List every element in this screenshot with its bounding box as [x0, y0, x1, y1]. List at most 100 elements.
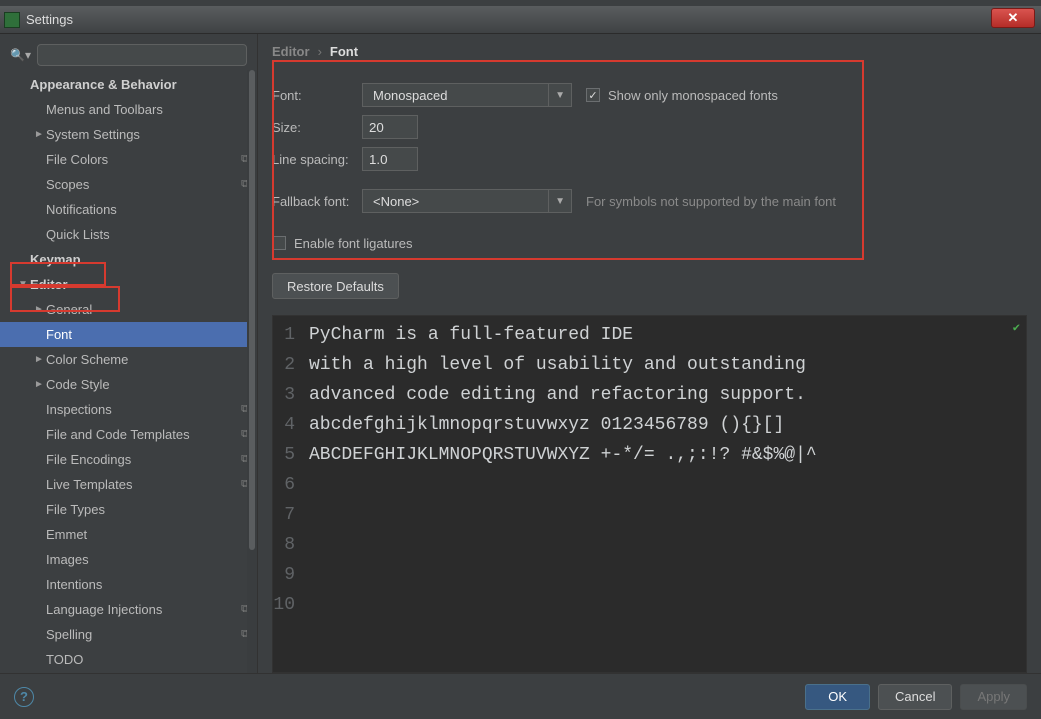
tree-item-label: Keymap — [30, 252, 249, 267]
chevron-right-icon: ► — [34, 379, 46, 390]
tree-item-emmet[interactable]: Emmet — [0, 522, 257, 547]
tree-item-label: Appearance & Behavior — [30, 77, 249, 92]
tree-item-file-types[interactable]: File Types — [0, 497, 257, 522]
tree-item-label: Scopes — [46, 177, 241, 192]
tree-item-font[interactable]: Font — [0, 322, 257, 347]
tree-item-file-colors[interactable]: File Colors⧉ — [0, 147, 257, 172]
chevron-right-icon: ► — [34, 354, 46, 365]
sidebar-scrollbar-thumb[interactable] — [249, 70, 255, 550]
fallback-hint: For symbols not supported by the main fo… — [586, 194, 836, 209]
font-preview: 12345678910 PyCharm is a full-featured I… — [272, 315, 1027, 673]
tree-item-quick-lists[interactable]: Quick Lists — [0, 222, 257, 247]
tree-item-label: Live Templates — [46, 477, 241, 492]
window-title: Settings — [26, 12, 73, 27]
tree-item-label: File Colors — [46, 152, 241, 167]
tree-item-spelling[interactable]: Spelling⧉ — [0, 622, 257, 647]
tree-item-label: Quick Lists — [46, 227, 249, 242]
tree-item-images[interactable]: Images — [0, 547, 257, 572]
close-icon: ✕ — [1008, 10, 1019, 26]
tree-item-appearance-behavior[interactable]: Appearance & Behavior — [0, 72, 257, 97]
tree-item-file-and-code-templates[interactable]: File and Code Templates⧉ — [0, 422, 257, 447]
chevron-down-icon: ▼ — [548, 84, 565, 106]
preview-line: PyCharm is a full-featured IDE — [309, 320, 817, 350]
chevron-right-icon: › — [318, 44, 322, 59]
cancel-button[interactable]: Cancel — [878, 684, 952, 710]
tree-item-system-settings[interactable]: ►System Settings — [0, 122, 257, 147]
tree-item-live-templates[interactable]: Live Templates⧉ — [0, 472, 257, 497]
tree-item-color-scheme[interactable]: ►Color Scheme — [0, 347, 257, 372]
tree-item-intentions[interactable]: Intentions — [0, 572, 257, 597]
gutter-line-number: 5 — [273, 440, 295, 470]
tree-item-label: Font — [46, 327, 249, 342]
tree-item-label: Menus and Toolbars — [46, 102, 249, 117]
font-label: Font: — [272, 88, 362, 103]
tree-item-todo[interactable]: TODO — [0, 647, 257, 672]
tree-item-label: File Encodings — [46, 452, 241, 467]
mono-only-checkbox[interactable] — [586, 88, 600, 102]
tree-item-label: Code Style — [46, 377, 249, 392]
tree-item-general[interactable]: ►General — [0, 297, 257, 322]
sidebar-scrollbar[interactable] — [247, 70, 257, 673]
font-form: Font: Monospaced ▼ Show only monospaced … — [258, 63, 1041, 267]
breadcrumb-root[interactable]: Editor — [272, 44, 310, 59]
tree-item-label: Color Scheme — [46, 352, 249, 367]
ligatures-label[interactable]: Enable font ligatures — [294, 236, 413, 251]
tree-item-label: Notifications — [46, 202, 249, 217]
titlebar: Settings ✕ — [0, 6, 1041, 34]
tree-item-label: Spelling — [46, 627, 241, 642]
fallback-label: Fallback font: — [272, 194, 362, 209]
tree-item-file-encodings[interactable]: File Encodings⧉ — [0, 447, 257, 472]
font-combo[interactable]: Monospaced ▼ — [362, 83, 572, 107]
tree-item-label: Intentions — [46, 577, 249, 592]
font-combo-value: Monospaced — [373, 88, 447, 103]
chevron-right-icon: ► — [34, 129, 46, 140]
gutter-line-number: 4 — [273, 410, 295, 440]
preview-line: with a high level of usability and outst… — [309, 350, 817, 380]
mono-only-label[interactable]: Show only monospaced fonts — [608, 88, 778, 103]
gutter-line-number: 2 — [273, 350, 295, 380]
tree-item-editor[interactable]: ▼Editor — [0, 272, 257, 297]
tree-item-label: TODO — [46, 652, 249, 667]
tree-item-language-injections[interactable]: Language Injections⧉ — [0, 597, 257, 622]
tree-item-label: Editor — [30, 277, 249, 292]
fallback-combo-value: <None> — [373, 194, 419, 209]
close-button[interactable]: ✕ — [991, 8, 1035, 28]
preview-gutter: 12345678910 — [273, 316, 301, 672]
tree-item-code-style[interactable]: ►Code Style — [0, 372, 257, 397]
ok-button[interactable]: OK — [805, 684, 870, 710]
search-icon: 🔍▾ — [10, 48, 31, 62]
size-input[interactable] — [362, 115, 418, 139]
gutter-line-number: 9 — [273, 560, 295, 590]
fallback-combo[interactable]: <None> ▼ — [362, 189, 572, 213]
tree-item-label: File Types — [46, 502, 249, 517]
ligatures-checkbox[interactable] — [272, 236, 286, 250]
tree-item-scopes[interactable]: Scopes⧉ — [0, 172, 257, 197]
tree-item-label: Inspections — [46, 402, 241, 417]
apply-button[interactable]: Apply — [960, 684, 1027, 710]
gutter-line-number: 6 — [273, 470, 295, 500]
preview-code: PyCharm is a full-featured IDEwith a hig… — [301, 316, 825, 672]
settings-tree[interactable]: Appearance & Behavior Menus and Toolbars ►… — [0, 72, 257, 673]
dialog-footer: ? OK Cancel Apply — [0, 673, 1041, 719]
restore-defaults-button[interactable]: Restore Defaults — [272, 273, 399, 299]
linespacing-input[interactable] — [362, 147, 418, 171]
settings-search-input[interactable] — [37, 44, 247, 66]
chevron-right-icon: ► — [34, 304, 46, 315]
tree-item-inspections[interactable]: Inspections⧉ — [0, 397, 257, 422]
chevron-down-icon: ▼ — [548, 190, 565, 212]
gutter-line-number: 10 — [273, 590, 295, 620]
tree-item-label: File and Code Templates — [46, 427, 241, 442]
breadcrumb: Editor › Font — [258, 34, 1041, 63]
tree-item-notifications[interactable]: Notifications — [0, 197, 257, 222]
tree-item-label: General — [46, 302, 249, 317]
gutter-line-number: 3 — [273, 380, 295, 410]
tree-item-label: System Settings — [46, 127, 249, 142]
help-button[interactable]: ? — [14, 687, 34, 707]
inspection-ok-icon: ✔ — [1013, 320, 1020, 335]
tree-item-menus-and-toolbars[interactable]: Menus and Toolbars — [0, 97, 257, 122]
gutter-line-number: 7 — [273, 500, 295, 530]
tree-item-keymap[interactable]: Keymap — [0, 247, 257, 272]
chevron-down-icon: ▼ — [18, 279, 30, 290]
breadcrumb-current: Font — [330, 44, 358, 59]
gutter-line-number: 1 — [273, 320, 295, 350]
